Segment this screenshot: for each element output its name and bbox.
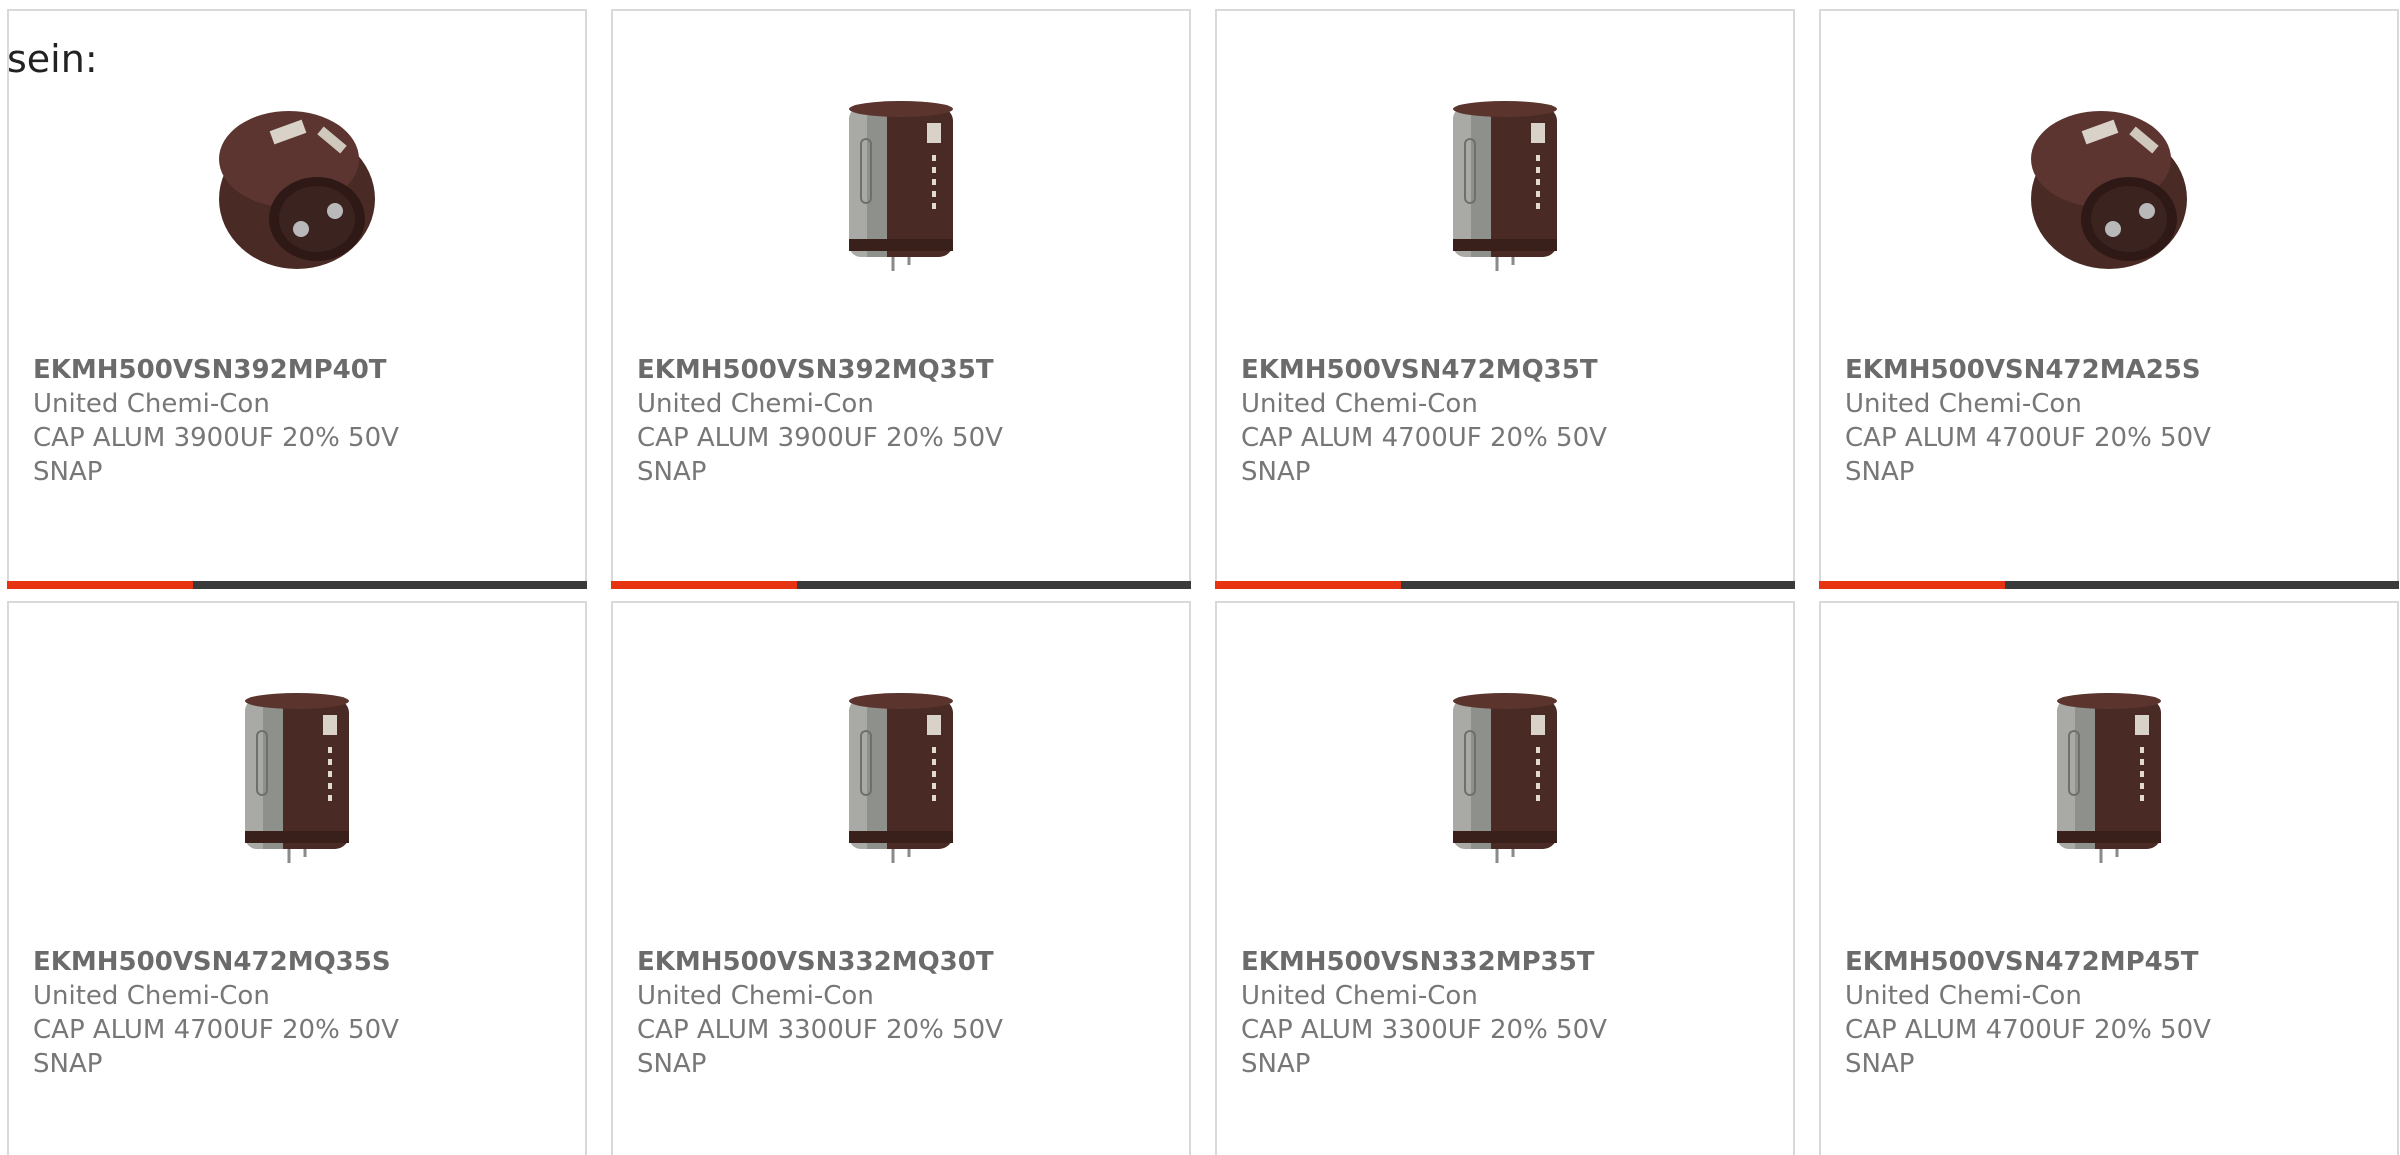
card-bottom-bar	[611, 581, 1191, 589]
manufacturer: United Chemi-Con	[33, 389, 270, 419]
manufacturer: United Chemi-Con	[1241, 981, 1478, 1011]
capacitor-snap-angled-icon	[2031, 111, 2187, 269]
product-card[interactable]: EKMH500VSN392MP40T United Chemi-Con CAP …	[7, 9, 587, 589]
product-description: CAP ALUM 4700UF 20% 50V SNAP	[1845, 423, 2211, 487]
product-card[interactable]: EKMH500VSN472MQ35T United Chemi-Con CAP …	[1215, 9, 1795, 589]
capacitor-snap-angled-icon	[219, 111, 375, 269]
part-number-link[interactable]: EKMH500VSN332MP35T	[1241, 945, 1773, 979]
product-grid: EKMH500VSN392MP40T United Chemi-Con CAP …	[7, 9, 2399, 1155]
product-info: EKMH500VSN332MQ30T United Chemi-Con CAP …	[637, 945, 1169, 1081]
product-image[interactable]	[197, 671, 397, 871]
product-info: EKMH500VSN392MQ35T United Chemi-Con CAP …	[637, 353, 1169, 489]
manufacturer: United Chemi-Con	[637, 981, 874, 1011]
capacitor-upright-icon	[245, 693, 349, 863]
part-number-link[interactable]: EKMH500VSN472MP45T	[1845, 945, 2377, 979]
product-card[interactable]: EKMH500VSN472MA25S United Chemi-Con CAP …	[1819, 9, 2399, 589]
card-bar-accent	[611, 581, 797, 589]
intro-text: sein:	[7, 37, 98, 81]
card-bar-accent	[1819, 581, 2005, 589]
product-image[interactable]	[1405, 79, 1605, 279]
capacitor-upright-icon	[2057, 693, 2161, 863]
manufacturer: United Chemi-Con	[1845, 389, 2082, 419]
product-card[interactable]: EKMH500VSN392MQ35T United Chemi-Con CAP …	[611, 9, 1191, 589]
card-bottom-bar	[7, 581, 587, 589]
capacitor-upright-icon	[1453, 101, 1557, 271]
product-description: CAP ALUM 3300UF 20% 50V SNAP	[1241, 1015, 1607, 1079]
product-image[interactable]	[1405, 671, 1605, 871]
card-bottom-bar	[1819, 581, 2399, 589]
part-number-link[interactable]: EKMH500VSN472MQ35T	[1241, 353, 1773, 387]
manufacturer: United Chemi-Con	[1845, 981, 2082, 1011]
part-number-link[interactable]: EKMH500VSN392MP40T	[33, 353, 565, 387]
product-image[interactable]	[197, 79, 397, 279]
product-description: CAP ALUM 4700UF 20% 50V SNAP	[1241, 423, 1607, 487]
product-card[interactable]: EKMH500VSN332MP35T United Chemi-Con CAP …	[1215, 601, 1795, 1155]
product-info: EKMH500VSN472MP45T United Chemi-Con CAP …	[1845, 945, 2377, 1081]
product-description: CAP ALUM 3900UF 20% 50V SNAP	[33, 423, 399, 487]
capacitor-upright-icon	[1453, 693, 1557, 863]
part-number-link[interactable]: EKMH500VSN392MQ35T	[637, 353, 1169, 387]
card-bar-accent	[1215, 581, 1401, 589]
product-info: EKMH500VSN472MQ35T United Chemi-Con CAP …	[1241, 353, 1773, 489]
product-image[interactable]	[2009, 79, 2209, 279]
product-description: CAP ALUM 3900UF 20% 50V SNAP	[637, 423, 1003, 487]
product-description: CAP ALUM 4700UF 20% 50V SNAP	[1845, 1015, 2211, 1079]
product-info: EKMH500VSN392MP40T United Chemi-Con CAP …	[33, 353, 565, 489]
part-number-link[interactable]: EKMH500VSN332MQ30T	[637, 945, 1169, 979]
manufacturer: United Chemi-Con	[33, 981, 270, 1011]
capacitor-upright-icon	[849, 693, 953, 863]
product-info: EKMH500VSN472MQ35S United Chemi-Con CAP …	[33, 945, 565, 1081]
capacitor-upright-icon	[849, 101, 953, 271]
manufacturer: United Chemi-Con	[1241, 389, 1478, 419]
product-image[interactable]	[801, 79, 1001, 279]
page: sein: EKMH500VSN392MP40T United Chemi-Co…	[0, 0, 2400, 1155]
part-number-link[interactable]: EKMH500VSN472MQ35S	[33, 945, 565, 979]
product-card[interactable]: EKMH500VSN332MQ30T United Chemi-Con CAP …	[611, 601, 1191, 1155]
product-image[interactable]	[2009, 671, 2209, 871]
part-number-link[interactable]: EKMH500VSN472MA25S	[1845, 353, 2377, 387]
product-description: CAP ALUM 4700UF 20% 50V SNAP	[33, 1015, 399, 1079]
card-bottom-bar	[1215, 581, 1795, 589]
product-info: EKMH500VSN472MA25S United Chemi-Con CAP …	[1845, 353, 2377, 489]
card-bar-accent	[7, 581, 193, 589]
product-image[interactable]	[801, 671, 1001, 871]
product-card[interactable]: EKMH500VSN472MQ35S United Chemi-Con CAP …	[7, 601, 587, 1155]
product-description: CAP ALUM 3300UF 20% 50V SNAP	[637, 1015, 1003, 1079]
product-info: EKMH500VSN332MP35T United Chemi-Con CAP …	[1241, 945, 1773, 1081]
manufacturer: United Chemi-Con	[637, 389, 874, 419]
product-card[interactable]: EKMH500VSN472MP45T United Chemi-Con CAP …	[1819, 601, 2399, 1155]
